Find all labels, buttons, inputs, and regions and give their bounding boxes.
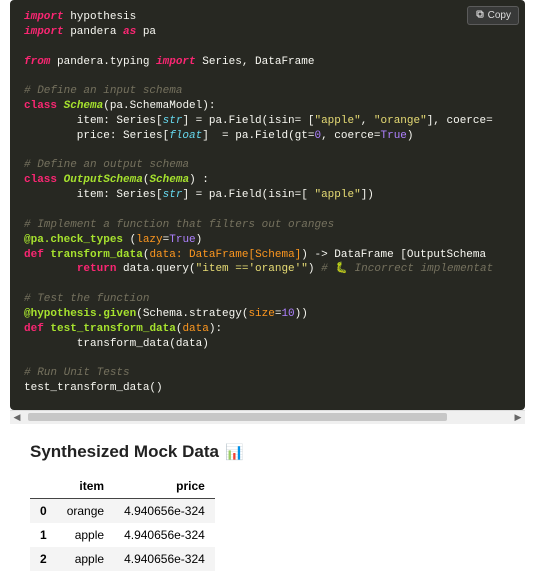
- cell-item: apple: [57, 547, 114, 571]
- code-block: Copy import hypothesis import pandera as…: [10, 0, 525, 410]
- table-header-index: [30, 474, 57, 499]
- section-heading-row: Synthesized Mock Data 📊: [30, 442, 505, 462]
- cell-item: orange: [57, 498, 114, 523]
- row-index: 1: [30, 523, 57, 547]
- chart-icon: 📊: [225, 443, 244, 461]
- horizontal-scrollbar[interactable]: ◀ ▶: [10, 410, 525, 424]
- scrollbar-thumb[interactable]: [28, 413, 447, 421]
- copy-button[interactable]: Copy: [467, 6, 519, 25]
- code-content: import hypothesis import pandera as pa f…: [10, 0, 525, 410]
- code-block-container: Copy import hypothesis import pandera as…: [10, 0, 525, 424]
- cell-price: 4.940656e-324: [114, 547, 215, 571]
- scroll-right-icon[interactable]: ▶: [511, 410, 525, 424]
- cell-price: 4.940656e-324: [114, 498, 215, 523]
- scroll-left-icon[interactable]: ◀: [10, 410, 24, 424]
- section-heading: Synthesized Mock Data: [30, 442, 219, 462]
- mock-data-table: item price 0 orange 4.940656e-324 1 appl…: [30, 474, 215, 571]
- table-row: 1 apple 4.940656e-324: [30, 523, 215, 547]
- table-header-item: item: [57, 474, 114, 499]
- cell-price: 4.940656e-324: [114, 523, 215, 547]
- copy-button-label: Copy: [488, 10, 511, 21]
- code-scroll-area[interactable]: import hypothesis import pandera as pa f…: [10, 0, 525, 410]
- table-header-row: item price: [30, 474, 215, 499]
- table-row: 2 apple 4.940656e-324: [30, 547, 215, 571]
- cell-item: apple: [57, 523, 114, 547]
- scrollbar-track[interactable]: [24, 412, 511, 422]
- table-row: 0 orange 4.940656e-324: [30, 498, 215, 523]
- row-index: 2: [30, 547, 57, 571]
- copy-icon: [475, 9, 485, 22]
- table-header-price: price: [114, 474, 215, 499]
- row-index: 0: [30, 498, 57, 523]
